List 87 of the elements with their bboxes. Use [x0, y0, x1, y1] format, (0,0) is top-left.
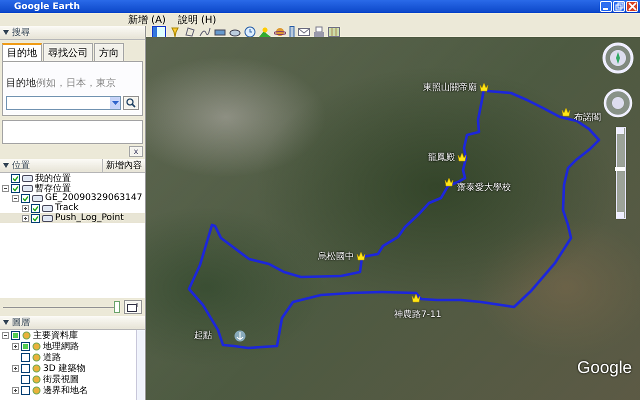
search-tab[interactable]: 方向: [94, 43, 124, 61]
tree-item[interactable]: GE_20090329063147: [0, 193, 145, 203]
map-label: 東照山關帝廟: [423, 82, 477, 94]
print-icon[interactable]: [313, 26, 325, 38]
tree-item[interactable]: 主要資料庫: [0, 330, 135, 341]
search-icon: [126, 98, 136, 108]
add-content-button[interactable]: 新增內容: [102, 159, 145, 172]
zoom-slider[interactable]: [616, 127, 626, 219]
expander-icon[interactable]: [22, 204, 29, 212]
checkbox[interactable]: [31, 204, 40, 212]
checkbox[interactable]: [31, 214, 40, 222]
close-button[interactable]: [626, 1, 638, 12]
ruler-icon[interactable]: [289, 26, 295, 38]
search-tab[interactable]: 尋找公司: [43, 43, 93, 61]
clock-icon[interactable]: [244, 26, 256, 38]
checkbox[interactable]: [21, 386, 30, 395]
tree-item[interactable]: 街景視圖: [0, 374, 135, 385]
collapse-icon[interactable]: [3, 320, 9, 325]
menu-item[interactable]: 新增 (A): [128, 12, 166, 26]
search-field[interactable]: [6, 96, 121, 110]
caret-icon[interactable]: [112, 100, 118, 106]
folder-button[interactable]: [124, 300, 142, 314]
placemark-icon[interactable]: [444, 177, 454, 187]
menu-item[interactable]: 說明 (H): [178, 12, 216, 26]
collapse-icon[interactable]: [3, 163, 9, 168]
path-icon[interactable]: [199, 26, 211, 38]
panel-title: 搜尋: [12, 26, 30, 39]
placemark-icon[interactable]: [457, 152, 467, 162]
map-label: 烏松國中: [318, 250, 354, 263]
sidebar-toggle-icon[interactable]: [152, 26, 166, 38]
checkbox[interactable]: [21, 353, 30, 362]
tree-item[interactable]: 地理網路: [0, 341, 135, 352]
expander-icon[interactable]: [12, 343, 19, 350]
close-icon: [628, 2, 636, 11]
planet-icon[interactable]: [274, 26, 286, 38]
checkbox[interactable]: [21, 375, 30, 384]
expander-icon[interactable]: [12, 194, 19, 202]
checkbox[interactable]: [11, 184, 20, 192]
opacity-slider[interactable]: [3, 301, 120, 313]
map-label: 布諾閣: [574, 112, 601, 124]
checkbox[interactable]: [21, 364, 30, 373]
tree-item[interactable]: Push_Log_Point: [0, 213, 145, 223]
checkbox[interactable]: [21, 342, 30, 351]
map-label: 龍鳳殿: [428, 152, 455, 164]
sunlight-icon[interactable]: [259, 26, 271, 38]
email-icon[interactable]: [298, 26, 310, 38]
expander-icon[interactable]: [22, 214, 29, 222]
restore-icon: [614, 2, 624, 11]
checkbox[interactable]: [11, 174, 20, 182]
polygon-icon[interactable]: [184, 26, 196, 38]
placemark-icon[interactable]: [356, 251, 366, 261]
tree-item[interactable]: 暫存位置: [0, 183, 145, 193]
tree-item[interactable]: 道路: [0, 352, 135, 363]
expander-icon[interactable]: [12, 387, 19, 394]
expander-icon[interactable]: [2, 184, 9, 192]
google-logo: Google: [577, 358, 632, 378]
tree-item[interactable]: Track: [0, 203, 145, 213]
placemark-icon[interactable]: [479, 82, 489, 92]
look-joystick-icon[interactable]: [603, 88, 633, 118]
restore-button[interactable]: [613, 1, 625, 12]
panel-title: 圖層: [12, 316, 30, 329]
search-button[interactable]: [123, 96, 139, 110]
expander-icon[interactable]: [12, 365, 19, 372]
search-tab[interactable]: 目的地: [2, 43, 42, 61]
map-label: 齋泰愛大學校: [457, 182, 511, 194]
minimize-button[interactable]: [600, 1, 612, 12]
checkbox[interactable]: [21, 194, 30, 202]
map-label: 起點: [194, 330, 212, 342]
placemark-icon[interactable]: [561, 107, 571, 117]
panel-title: 位置: [12, 160, 30, 172]
scrollbar[interactable]: [136, 330, 145, 400]
map-icon[interactable]: [328, 26, 340, 38]
panel-header[interactable]: 搜尋: [0, 26, 145, 40]
collapse-icon[interactable]: [3, 30, 9, 35]
panel-header[interactable]: 位置 新增內容: [0, 159, 145, 173]
tree-item[interactable]: 3D 建築物: [0, 363, 135, 374]
compass-icon[interactable]: [602, 42, 634, 74]
placemark-icon[interactable]: [411, 293, 421, 303]
map-label: 神農路7-11: [394, 308, 442, 321]
field-label: 目的地例如，日本，東京: [6, 76, 117, 90]
checkbox[interactable]: [11, 331, 20, 340]
panel-header[interactable]: 圖層: [0, 316, 145, 330]
window-title: Google Earth: [14, 2, 80, 12]
clear-button[interactable]: x: [129, 146, 143, 157]
tree-item[interactable]: 邊界和地名: [0, 385, 135, 396]
expander-icon[interactable]: [2, 332, 9, 339]
tree-item[interactable]: 我的位置: [0, 173, 145, 183]
